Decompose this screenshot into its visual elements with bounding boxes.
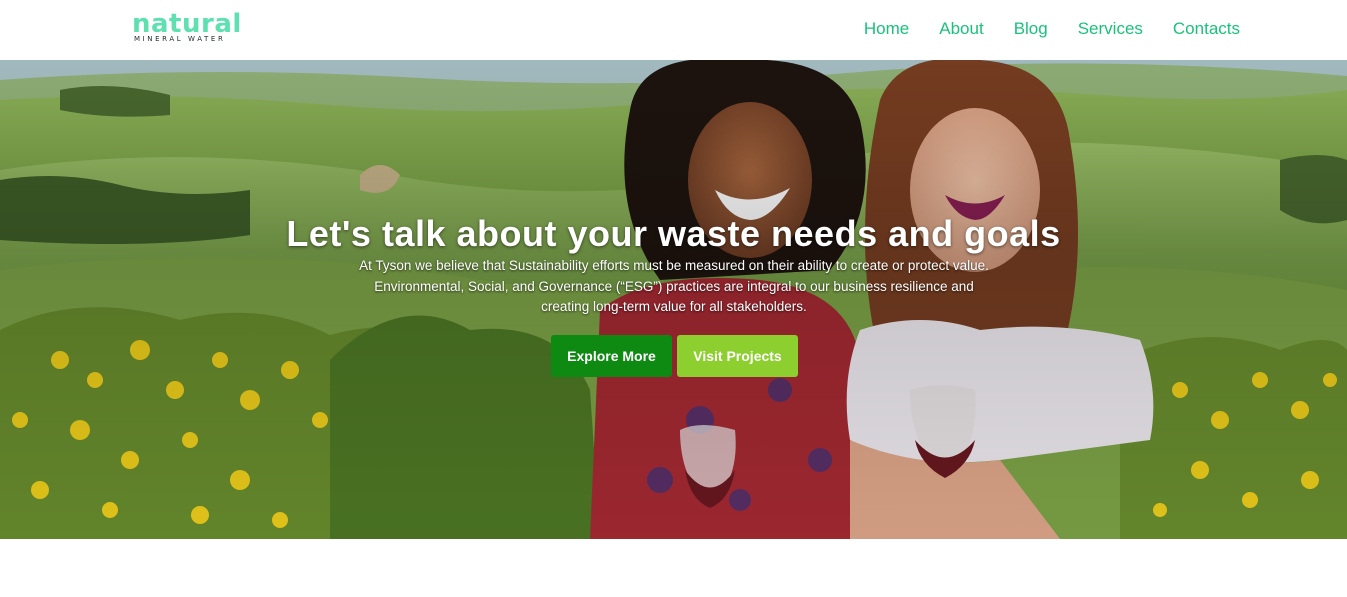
main-nav: Home About Blog Services Contacts	[864, 19, 1240, 39]
site-header: natural MINERAL WATER Home About Blog Se…	[0, 0, 1347, 60]
explore-more-button[interactable]: Explore More	[551, 335, 672, 377]
nav-services[interactable]: Services	[1078, 19, 1143, 39]
hero-description: At Tyson we believe that Sustainability …	[324, 256, 1024, 318]
hero-title: Let's talk about your waste needs and go…	[286, 213, 1061, 254]
nav-blog[interactable]: Blog	[1014, 19, 1048, 39]
brand-name: natural	[132, 9, 242, 39]
brand-logo[interactable]: natural MINERAL WATER	[132, 9, 242, 44]
hero-description-line-1: At Tyson we believe that Sustainability …	[359, 258, 989, 273]
nav-home[interactable]: Home	[864, 19, 909, 39]
hero-description-line-3: creating long-term value for all stakeho…	[541, 299, 807, 314]
nav-about[interactable]: About	[939, 19, 983, 39]
hero-section: Let's talk about your waste needs and go…	[0, 60, 1347, 539]
hero-description-line-2: Environmental, Social, and Governance (“…	[374, 278, 974, 294]
brand-tagline: MINERAL WATER	[134, 35, 226, 43]
visit-projects-button[interactable]: Visit Projects	[677, 335, 798, 377]
nav-contacts[interactable]: Contacts	[1173, 19, 1240, 39]
